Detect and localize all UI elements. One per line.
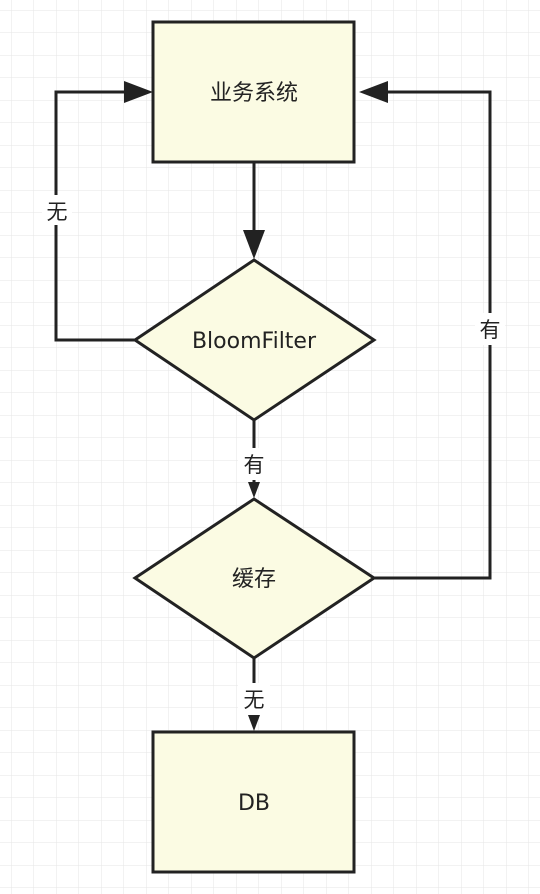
node-business-system[interactable]: 业务系统 [151, 20, 356, 164]
node-label-bloomfilter: BloomFilter [192, 329, 317, 354]
flowchart-canvas: 无 有 有 无 业务系统 BloomFilter 缓存 DB [0, 0, 540, 894]
node-label-cache: 缓存 [232, 567, 276, 592]
node-db[interactable]: DB [151, 730, 356, 874]
edge-label-none-bottom: 无 [244, 688, 265, 712]
edge-label-has-right: 有 [480, 318, 501, 342]
node-label-db: DB [238, 791, 270, 816]
edge-label-has-middle: 有 [244, 453, 265, 477]
node-label-business-system: 业务系统 [210, 81, 298, 106]
edge-label-none-left: 无 [47, 200, 68, 224]
